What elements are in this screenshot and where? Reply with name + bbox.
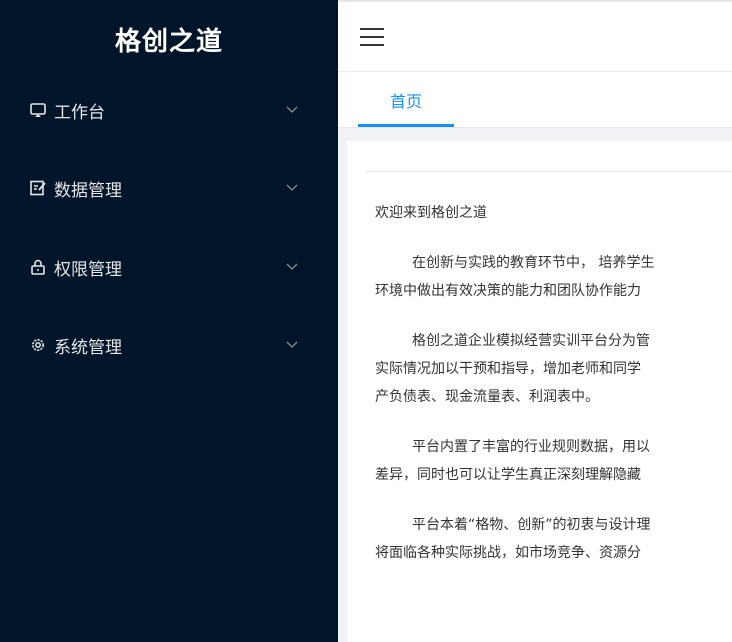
gear-icon (28, 335, 48, 355)
edit-icon (28, 178, 48, 198)
paragraph-line: 将面临各种实际挑战，如市场竞争、资源分 (375, 545, 641, 561)
paragraph-3: 平台内置了丰富的行业规则数据，用以 差异，同时也可以让学生真正深刻理解隐藏 (375, 433, 732, 489)
chevron-down-icon (286, 261, 298, 273)
content-divider (365, 171, 732, 172)
sidebar-item-label: 工作台 (54, 102, 105, 123)
sidebar-item-label: 权限管理 (54, 259, 122, 280)
paragraph-line: 格创之道企业模拟经营实训平台分为管 (412, 333, 650, 349)
paragraph-4: 平台本着“格物、创新”的初衷与设计理 将面临各种实际挑战，如市场竞争、资源分 (375, 511, 732, 567)
sidebar-item-label: 数据管理 (54, 180, 122, 201)
sidebar-item-permission-management[interactable]: 权限管理 (0, 241, 338, 293)
main-area: 首页 欢迎来到格创之道 在创新与实践的教育环节中， 培养学生 环境中做出有效决策… (338, 0, 732, 642)
paragraph-line: 实际情况加以干预和指导，增加老师和同学 (375, 361, 641, 377)
paragraph-line: 平台内置了丰富的行业规则数据，用以 (412, 439, 650, 455)
paragraph-2: 格创之道企业模拟经营实训平台分为管 实际情况加以干预和指导，增加老师和同学 产负… (375, 327, 732, 411)
content-card: 欢迎来到格创之道 在创新与实践的教育环节中， 培养学生 环境中做出有效决策的能力… (347, 141, 732, 642)
intro-text: 欢迎来到格创之道 在创新与实践的教育环节中， 培养学生 环境中做出有效决策的能力… (375, 199, 732, 589)
lock-icon (28, 257, 48, 277)
monitor-icon (28, 100, 48, 120)
welcome-line: 欢迎来到格创之道 (375, 205, 487, 221)
hamburger-line (360, 36, 384, 38)
top-header (338, 0, 732, 72)
chevron-down-icon (286, 182, 298, 194)
paragraph-line: 平台本着“格物、创新”的初衷与设计理 (412, 517, 651, 533)
paragraph-line: 差异，同时也可以让学生真正深刻理解隐藏 (375, 467, 641, 483)
paragraph-line: 产负债表、现金流量表、利润表中。 (375, 389, 599, 405)
paragraph-line: 环境中做出有效决策的能力和团队协作能力 (375, 283, 641, 299)
sidebar: 格创之道 工作台 数据管理 权限管理 系统管理 (0, 0, 338, 642)
app-root: 格创之道 工作台 数据管理 权限管理 系统管理 首页 欢迎来到格创之道 在创新与… (0, 0, 732, 642)
active-tab-indicator (358, 124, 454, 127)
chevron-down-icon (286, 339, 298, 351)
paragraph-line: 在创新与实践的教育环节中， 培养学生 (412, 255, 655, 271)
sidebar-item-label: 系统管理 (54, 337, 122, 358)
sidebar-item-system-management[interactable]: 系统管理 (0, 319, 338, 371)
tab-bar: 首页 (338, 72, 732, 128)
chevron-down-icon (286, 104, 298, 116)
sidebar-item-data-management[interactable]: 数据管理 (0, 162, 338, 214)
menu-toggle-button[interactable] (360, 28, 384, 48)
tab-home[interactable]: 首页 (358, 72, 454, 128)
brand-logo: 格创之道 (114, 26, 223, 57)
hamburger-line (360, 44, 384, 46)
hamburger-line (360, 28, 384, 30)
sidebar-item-workbench[interactable]: 工作台 (0, 84, 338, 136)
paragraph-1: 在创新与实践的教育环节中， 培养学生 环境中做出有效决策的能力和团队协作能力 (375, 249, 732, 305)
